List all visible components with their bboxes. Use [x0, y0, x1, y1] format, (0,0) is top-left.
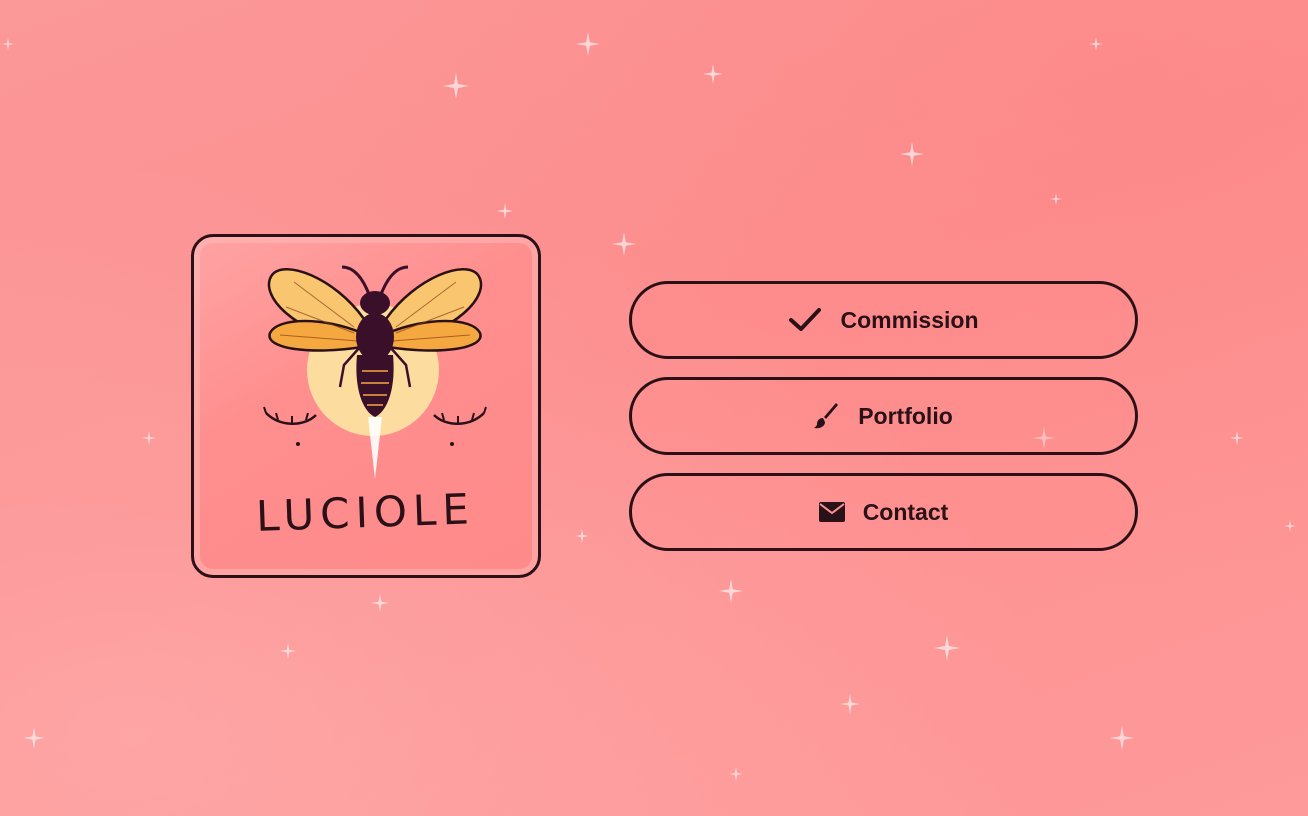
paintbrush-icon	[814, 403, 840, 429]
main-navigation: Commission Portfolio Contact	[629, 281, 1138, 569]
contact-label: Contact	[862, 498, 949, 525]
envelope-icon	[818, 502, 845, 522]
check-icon	[788, 307, 822, 333]
firefly-logo: LUCIOLE	[255, 265, 487, 541]
contact-button[interactable]: Contact	[629, 473, 1138, 551]
glow-drip	[368, 417, 382, 479]
logo-text: LUCIOLE	[255, 484, 475, 541]
thorax	[356, 313, 394, 361]
head	[360, 291, 390, 315]
commission-label: Commission	[840, 306, 979, 333]
commission-button[interactable]: Commission	[629, 281, 1138, 359]
portfolio-button[interactable]: Portfolio	[629, 377, 1138, 455]
portfolio-label: Portfolio	[858, 402, 953, 429]
luciole-logo-card[interactable]: LUCIOLE	[191, 234, 541, 578]
